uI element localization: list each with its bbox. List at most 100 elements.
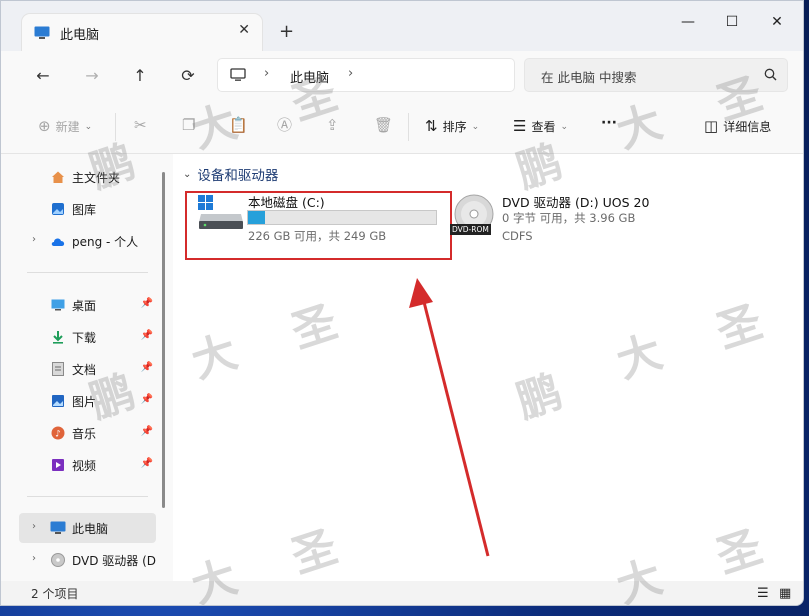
paste-button[interactable]: 📋 — [229, 118, 248, 133]
divider — [27, 272, 148, 273]
chevron-down-icon: ⌄ — [560, 121, 569, 132]
scissors-icon: ✂ — [134, 116, 147, 134]
video-icon — [50, 457, 66, 473]
breadcrumb-separator[interactable]: › — [348, 66, 353, 81]
new-tab-button[interactable]: + — [279, 23, 294, 41]
delete-button[interactable]: 🗑 — [374, 118, 393, 133]
copy-icon: ❐ — [182, 116, 196, 134]
expand-chevron-icon[interactable]: › — [32, 553, 36, 564]
music-icon: ♪ — [50, 425, 66, 441]
annotation-arrow — [409, 278, 490, 557]
chevron-down-icon: ⌄ — [183, 168, 192, 180]
computer-icon — [230, 68, 246, 82]
sidebar-item-label: 图库 — [72, 202, 97, 217]
up-button[interactable]: ↑ — [129, 66, 151, 85]
close-window-button[interactable]: ✕ — [762, 14, 792, 30]
breadcrumb-separator[interactable]: › — [264, 66, 269, 81]
sidebar-item-label: 此电脑 — [72, 521, 109, 536]
details-label: 详细信息 — [723, 120, 772, 134]
address-bar[interactable]: › 此电脑 › — [218, 59, 514, 91]
plus-circle-icon: ⊕ — [38, 117, 51, 135]
sidebar-item-label: 视频 — [72, 458, 97, 473]
breadcrumb-this-pc[interactable]: 此电脑 — [290, 67, 329, 86]
chevron-down-icon: ⌄ — [471, 121, 480, 132]
share-button[interactable]: ⇪ — [326, 118, 339, 133]
dvd-icon — [50, 552, 66, 568]
sidebar-item-desktop[interactable]: 桌面 📌 — [19, 290, 156, 320]
file-explorer-window: 此电脑 ✕ + — ☐ ✕ ← → ↑ ⟳ › 此电脑 › 在 此电脑 中搜索 — [0, 0, 804, 606]
tab-label: 此电脑 — [60, 28, 100, 43]
sidebar-item-onedrive[interactable]: › peng - 个人 — [19, 226, 156, 256]
sidebar-item-label: 文档 — [72, 362, 97, 377]
rename-button[interactable]: Ⓐ — [277, 118, 292, 133]
cut-button[interactable]: ✂ — [134, 118, 147, 133]
maximize-button[interactable]: ☐ — [717, 14, 747, 30]
document-icon — [50, 361, 66, 377]
search-input[interactable]: 在 此电脑 中搜索 — [541, 67, 636, 86]
computer-icon — [50, 520, 66, 536]
search-box[interactable]: 在 此电脑 中搜索 — [525, 59, 787, 91]
tiles-view-icon[interactable]: ▦ — [779, 586, 791, 601]
pin-icon[interactable]: 📌 — [141, 458, 153, 469]
drive-space-info: 0 字节 可用，共 3.96 GB — [502, 211, 636, 225]
expand-chevron-icon[interactable]: › — [32, 521, 36, 532]
title-bar: 此电脑 ✕ + — ☐ ✕ — [1, 1, 803, 51]
sort-button[interactable]: ⇅ 排序 ⌄ — [425, 118, 479, 135]
gallery-icon — [50, 201, 66, 217]
minimize-button[interactable]: — — [673, 14, 703, 30]
pin-icon[interactable]: 📌 — [141, 426, 153, 437]
group-label: 设备和驱动器 — [197, 168, 279, 184]
view-button[interactable]: ☰ 查看 ⌄ — [513, 118, 568, 135]
divider — [115, 113, 116, 141]
copy-button[interactable]: ❐ — [182, 118, 195, 133]
sidebar-item-dvd-drive[interactable]: › DVD 驱动器 (D — [19, 545, 156, 575]
new-label: 新建 — [55, 120, 80, 134]
details-pane-button[interactable]: ◫ 详细信息 — [704, 118, 771, 135]
navigation-bar: ← → ↑ ⟳ › 此电脑 › 在 此电脑 中搜索 — [1, 51, 803, 101]
navigation-pane: 主文件夹 图库 › peng - 个人 桌面 📌 下载 📌 文档 📌 图片 📌 … — [1, 154, 173, 581]
chevron-down-icon: ⌄ — [84, 121, 93, 132]
tab-this-pc[interactable]: 此电脑 ✕ — [22, 14, 262, 51]
sidebar-item-home[interactable]: 主文件夹 — [19, 162, 156, 192]
sidebar-scrollbar[interactable] — [162, 172, 165, 508]
drive-d[interactable]: DVD-ROM DVD 驱动器 (D:) UOS 20 0 字节 可用，共 3.… — [450, 192, 670, 252]
sidebar-item-label: 桌面 — [72, 298, 97, 313]
new-button[interactable]: ⊕ 新建 ⌄ — [38, 118, 92, 135]
forward-button[interactable]: → — [81, 66, 103, 85]
drive-name: DVD 驱动器 (D:) UOS 20 — [502, 195, 650, 210]
sidebar-item-music[interactable]: ♪ 音乐 📌 — [19, 418, 156, 448]
divider — [27, 496, 148, 497]
pictures-icon — [50, 393, 66, 409]
pin-icon[interactable]: 📌 — [141, 394, 153, 405]
close-tab-icon[interactable]: ✕ — [238, 22, 250, 38]
sidebar-item-label: 音乐 — [72, 426, 97, 441]
sidebar-item-documents[interactable]: 文档 📌 — [19, 354, 156, 384]
desktop-icon — [50, 297, 66, 313]
pin-icon[interactable]: 📌 — [141, 362, 153, 373]
download-icon — [50, 329, 66, 345]
refresh-button[interactable]: ⟳ — [177, 66, 199, 85]
sidebar-item-gallery[interactable]: 图库 — [19, 194, 156, 224]
highlight-box — [185, 191, 452, 260]
pin-icon[interactable]: 📌 — [141, 298, 153, 309]
sidebar-item-downloads[interactable]: 下载 📌 — [19, 322, 156, 352]
dvd-rom-badge: DVD-ROM — [450, 224, 491, 235]
sidebar-item-label: DVD 驱动器 (D — [71, 553, 156, 568]
group-header-devices[interactable]: ⌄ 设备和驱动器 — [183, 164, 278, 184]
view-label: 查看 — [531, 120, 556, 134]
back-button[interactable]: ← — [32, 66, 54, 85]
details-view-icon[interactable]: ☰ — [757, 586, 769, 601]
trash-icon: 🗑 — [374, 116, 394, 134]
item-count: 2 个项目 — [31, 587, 79, 601]
sidebar-item-videos[interactable]: 视频 📌 — [19, 450, 156, 480]
sidebar-item-label: 下载 — [72, 330, 97, 345]
pin-icon[interactable]: 📌 — [141, 330, 153, 341]
more-options-button[interactable]: ··· — [601, 115, 617, 131]
sidebar-item-this-pc[interactable]: › 此电脑 — [19, 513, 156, 543]
expand-chevron-icon[interactable]: › — [32, 234, 36, 245]
command-bar: ⊕ 新建 ⌄ ✂ ❐ 📋 Ⓐ ⇪ 🗑 ⇅ 排序 ⌄ ☰ 查看 ⌄ ··· ◫ 详… — [1, 101, 803, 154]
svg-text:♪: ♪ — [55, 430, 61, 440]
sidebar-item-pictures[interactable]: 图片 📌 — [19, 386, 156, 416]
computer-icon — [34, 26, 50, 40]
drive-filesystem: CDFS — [502, 229, 533, 243]
